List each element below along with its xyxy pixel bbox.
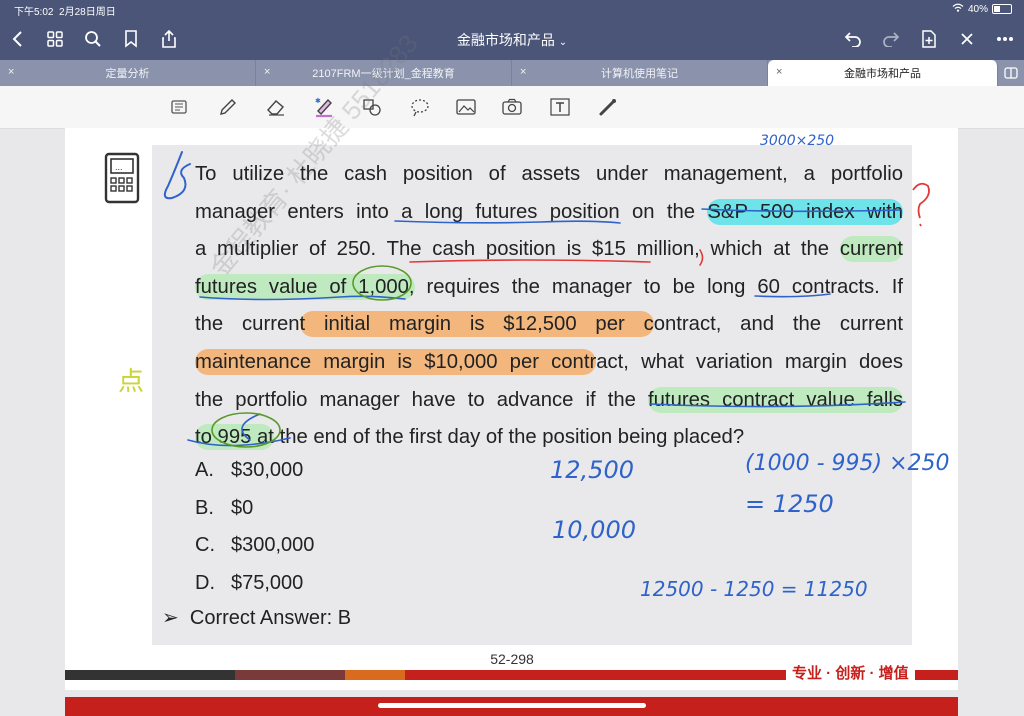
option-d: D. $75,000 — [195, 571, 304, 594]
question-line: a multiplier of 250. The cash position i… — [195, 236, 903, 263]
redo-icon — [883, 32, 900, 47]
question-line: the current initial margin is $12,500 pe… — [195, 311, 903, 338]
option-c: C. $300,000 — [195, 534, 315, 557]
chevron-down-icon: ⌄ — [558, 37, 568, 48]
read-mode-icon — [171, 100, 187, 114]
more-button[interactable] — [992, 26, 1018, 52]
status-bar: 下午5:02 2月28日周日 40% — [0, 0, 1024, 18]
more-icon — [997, 37, 1013, 41]
pen-icon — [220, 99, 236, 115]
highlight-mark: to 995 at — [195, 424, 274, 451]
text-box-icon — [550, 98, 570, 116]
answer-options: A. $30,000 B. $0 C. $300,000 D. $75,000 — [195, 452, 314, 602]
battery-icon — [992, 4, 1012, 14]
question-line: To utilize the cash position of assets u… — [195, 163, 903, 185]
lasso-icon — [411, 99, 429, 117]
camera-icon — [502, 98, 522, 115]
highlight-mark: S&P 500 index with — [707, 198, 903, 225]
nav-row: 金融市场和产品 ⌄ — [0, 22, 1024, 56]
undo-icon — [844, 32, 861, 47]
correct-answer: ➢ Correct Answer: B — [162, 607, 352, 629]
image-icon — [456, 99, 476, 115]
app-top-bar: 下午5:02 2月28日周日 40% 金融市场和产品 ⌄ — [0, 0, 1024, 60]
status-time: 下午5:02 2月28日周日 — [14, 7, 116, 18]
image-tool[interactable] — [454, 95, 478, 119]
tab-quant[interactable]: × 定量分析 — [0, 60, 256, 86]
eraser-tool[interactable] — [264, 95, 288, 119]
split-view-icon — [1004, 67, 1018, 79]
question-line: maintenance margin is $10,000 per contra… — [195, 348, 903, 375]
close-button[interactable] — [954, 26, 980, 52]
lasso-tool[interactable] — [408, 95, 432, 119]
question-line: futures value of 1,000, requires the man… — [195, 273, 903, 300]
tab-close-icon[interactable]: × — [520, 66, 526, 78]
option-a: A. $30,000 — [195, 459, 304, 481]
highlight-mark: futures value of 1,000, — [195, 273, 415, 300]
svg-text:✱: ✱ — [315, 97, 321, 105]
split-view-button[interactable] — [998, 60, 1024, 86]
add-page-button[interactable] — [916, 26, 942, 52]
eraser-icon — [267, 100, 284, 116]
question-text: To utilize the cash position of assets u… — [195, 156, 903, 457]
undo-button[interactable] — [840, 26, 866, 52]
question-line: manager enters into a long futures posit… — [195, 198, 903, 225]
home-indicator[interactable] — [378, 703, 646, 708]
pen-tool[interactable] — [216, 95, 240, 119]
add-page-icon — [922, 30, 936, 48]
option-b: B. $0 — [195, 496, 254, 519]
question-line: the portfolio manager have to advance if… — [195, 386, 903, 413]
status-right: 40% — [952, 3, 1012, 15]
arrow-bullet-icon: ➢ — [162, 607, 179, 629]
tab-bar: × 定量分析 × 2107FRM一级计划_金程教育 × 计算机使用笔记 × 金融市场和产… — [0, 60, 1024, 86]
svg-text:...: ... — [115, 162, 123, 172]
laser-pointer-icon — [599, 99, 616, 116]
redo-button[interactable] — [878, 26, 904, 52]
slogan: 专业 · 创新 · 增值 — [786, 662, 915, 683]
close-icon — [961, 33, 973, 45]
wifi-icon — [952, 3, 964, 15]
camera-tool[interactable] — [500, 95, 524, 119]
highlight-mark: current — [839, 236, 903, 263]
document-title[interactable]: 金融市场和产品 ⌄ — [0, 30, 1024, 50]
battery-percent: 40% — [967, 3, 988, 15]
read-mode-tool[interactable] — [168, 95, 192, 119]
tab-close-icon[interactable]: × — [8, 66, 14, 78]
calculator-icon: ... — [104, 152, 140, 204]
highlight-mark: futures contract value falls — [648, 386, 903, 413]
highlight-mark: t initial margin is $12,500 per c — [299, 311, 654, 338]
drawing-toolbar: ✱ — [0, 86, 1024, 205]
laser-pointer-tool[interactable] — [596, 95, 620, 119]
tab-close-icon[interactable]: × — [264, 66, 270, 78]
text-tool[interactable] — [548, 95, 572, 119]
tab-close-icon[interactable]: × — [776, 66, 782, 78]
tab-computer-notes[interactable]: × 计算机使用笔记 — [512, 60, 768, 86]
tab-financial-markets[interactable]: × 金融市场和产品 — [768, 60, 998, 86]
highlight-mark: maintenance margin is $10,000 per contr — [195, 348, 597, 375]
